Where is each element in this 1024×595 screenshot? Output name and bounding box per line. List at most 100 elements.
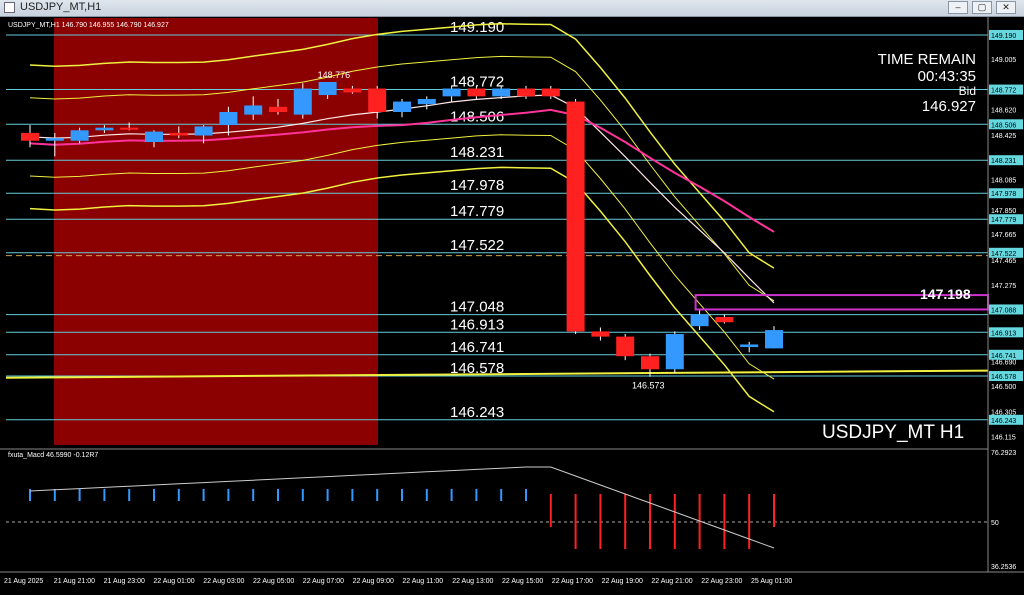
- time-axis-tick: 21 Aug 2025: [4, 578, 43, 585]
- low-price-marker: 146.573: [632, 381, 665, 391]
- candle-body: [269, 106, 287, 113]
- price-axis-tick: 146.913: [991, 330, 1016, 337]
- candle-body: [467, 88, 486, 97]
- level-label: 147.048: [450, 299, 504, 316]
- time-axis-tick: 22 Aug 03:00: [203, 578, 244, 585]
- high-price-marker: 148.776: [318, 70, 351, 80]
- price-axis-tick: 146.115: [991, 435, 1016, 442]
- window-title: USDJPY_MT,H1: [20, 1, 102, 13]
- close-button[interactable]: ✕: [996, 1, 1016, 14]
- chart-window-icon: [4, 2, 15, 13]
- price-axis-tick: 147.850: [991, 208, 1016, 215]
- price-axis-tick: 146.500: [991, 384, 1016, 391]
- candle-body: [244, 105, 263, 115]
- chart-info-label: USDJPY_MT,H1 146.790 146.955 146.790 146…: [8, 22, 169, 29]
- time-axis-tick: 22 Aug 15:00: [502, 578, 543, 585]
- candle-body: [765, 330, 783, 349]
- time-axis-tick: 25 Aug 01:00: [751, 578, 792, 585]
- time-axis-tick: 22 Aug 07:00: [303, 578, 344, 585]
- level-label: 148.772: [450, 74, 504, 91]
- candle-body: [740, 344, 759, 348]
- candle-body: [21, 132, 39, 141]
- time-axis-tick: 22 Aug 05:00: [253, 578, 294, 585]
- price-axis-tick: 148.231: [991, 158, 1016, 165]
- bid-value: 146.927: [921, 98, 976, 115]
- candle-body: [442, 88, 461, 97]
- time-axis-tick: 22 Aug 11:00: [402, 578, 443, 585]
- level-label: 146.913: [450, 316, 504, 333]
- bid-label: Bid: [958, 84, 976, 98]
- level-label: 146.741: [450, 339, 504, 356]
- window-titlebar: USDJPY_MT,H1 – ▢ ✕: [0, 0, 1024, 17]
- price-axis-tick: 148.085: [991, 177, 1016, 184]
- candle-body: [417, 98, 436, 105]
- price-axis-tick: 149.005: [991, 57, 1016, 64]
- symbol-watermark: USDJPY_MT H1: [822, 422, 965, 443]
- restore-button[interactable]: ▢: [972, 1, 992, 14]
- minimize-button[interactable]: –: [948, 1, 968, 14]
- time-axis-tick: 22 Aug 19:00: [602, 578, 643, 585]
- candle-body: [541, 88, 560, 97]
- price-axis-tick: 147.465: [991, 258, 1016, 265]
- time-axis-tick: 22 Aug 09:00: [353, 578, 394, 585]
- candle-body: [70, 130, 89, 141]
- candle-body: [591, 331, 610, 337]
- price-axis-tick: 146.243: [991, 418, 1016, 425]
- macd-signal-line: [29, 466, 775, 549]
- level-label: 147.522: [450, 237, 504, 254]
- chart-canvas[interactable]: 149.190 148.772 148.506 148.231 147.978 147.7…: [0, 17, 1024, 590]
- time-remain-value: 00:43:35: [917, 68, 976, 85]
- macd-indicator-label: fxuta_Macd 46.5990 -0.12R7: [8, 452, 99, 459]
- candle-body: [318, 81, 337, 96]
- price-axis-tick: 147.522: [991, 251, 1016, 258]
- candle-body: [492, 88, 511, 97]
- candle-body: [393, 101, 411, 113]
- time-remain-panel: TIME REMAIN 00:43:35 Bid 146.927: [878, 51, 976, 115]
- price-axis-tick: 146.690: [991, 359, 1016, 366]
- level-label: 147.978: [450, 177, 504, 194]
- candle-body: [219, 112, 238, 126]
- price-axis-tick: 148.425: [991, 133, 1016, 140]
- time-axis-tick: 22 Aug 13:00: [452, 578, 493, 585]
- price-axis-tick: 146.741: [991, 353, 1016, 360]
- candle-body: [343, 88, 362, 93]
- level-label: 146.243: [450, 404, 504, 421]
- price-axis-tick: 147.779: [991, 217, 1016, 224]
- candle-body: [566, 101, 585, 332]
- time-axis-tick: 21 Aug 21:00: [54, 578, 95, 585]
- time-axis-tick: 22 Aug 23:00: [701, 578, 742, 585]
- candle-body: [95, 127, 114, 131]
- price-axis-tick: 146.578: [991, 374, 1016, 381]
- price-axis-tick: 147.665: [991, 232, 1016, 239]
- candle-body: [293, 88, 312, 115]
- candle-body: [690, 314, 709, 327]
- price-axis-tick: 147.275: [991, 283, 1016, 290]
- time-remain-label: TIME REMAIN: [877, 51, 976, 68]
- candle-body: [517, 88, 535, 97]
- price-axis-tick: 148.620: [991, 107, 1016, 114]
- candle-body: [194, 126, 213, 136]
- time-axis-tick: 22 Aug 01:00: [153, 578, 194, 585]
- target-box-label: 147.198: [920, 286, 971, 302]
- candle-body: [368, 88, 387, 113]
- price-axis-tick: 147.978: [991, 191, 1016, 198]
- candle-body: [715, 317, 734, 323]
- candle-body: [665, 334, 684, 370]
- macd-axis-tick: 76.2923: [991, 450, 1016, 457]
- level-label: 147.779: [450, 203, 504, 220]
- candle-body: [45, 138, 64, 141]
- candle-body: [641, 356, 659, 370]
- time-axis-tick: 22 Aug 21:00: [651, 578, 692, 585]
- price-axis-tick: 147.088: [991, 307, 1016, 314]
- price-axis-tick: 148.506: [991, 122, 1016, 129]
- price-axis-tick: 148.772: [991, 88, 1016, 95]
- time-axis-tick: 22 Aug 17:00: [552, 578, 593, 585]
- macd-axis-tick: 50: [991, 520, 999, 527]
- level-label: 148.231: [450, 144, 504, 161]
- macd-axis-tick: 36.2536: [991, 564, 1016, 571]
- price-axis-tick: 149.190: [991, 33, 1016, 40]
- candle-body: [145, 131, 163, 143]
- price-chart[interactable]: 149.190 148.772 148.506 148.231 147.978 147.7…: [0, 17, 1024, 590]
- candle-body: [120, 127, 139, 130]
- candle-body: [169, 132, 188, 136]
